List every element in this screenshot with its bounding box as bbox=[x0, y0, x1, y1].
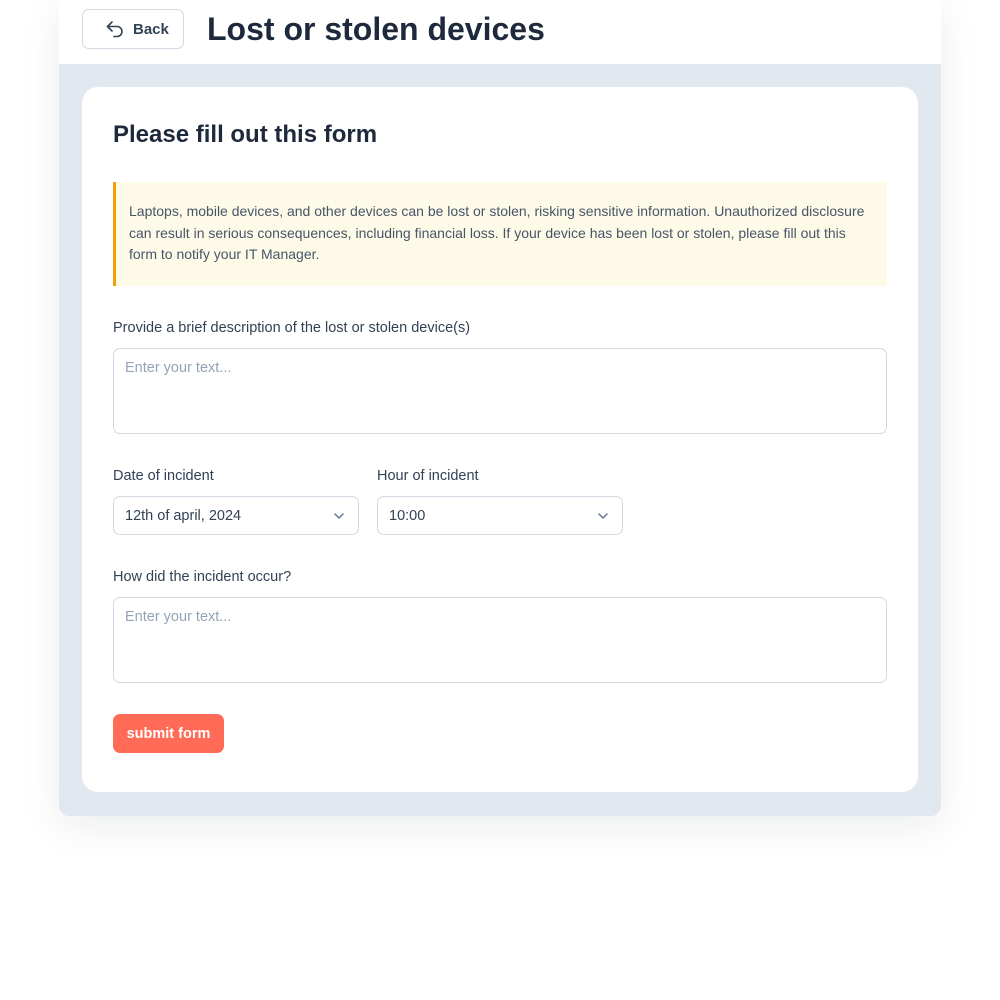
back-button[interactable]: Back bbox=[82, 9, 184, 49]
page-title: Lost or stolen devices bbox=[207, 11, 545, 47]
hour-label: Hour of incident bbox=[377, 468, 479, 484]
hour-select[interactable]: 10:00 bbox=[377, 496, 623, 535]
hour-value: 10:00 bbox=[389, 507, 426, 524]
info-notice: Laptops, mobile devices, and other devic… bbox=[113, 182, 887, 286]
date-value: 12th of april, 2024 bbox=[125, 507, 242, 524]
submit-button[interactable]: submit form bbox=[113, 714, 224, 753]
date-label: Date of incident bbox=[113, 468, 214, 484]
description-input[interactable] bbox=[113, 348, 887, 434]
back-arrow-icon bbox=[106, 21, 123, 38]
occurrence-label: How did the incident occur? bbox=[113, 569, 292, 585]
form-card: Please fill out this form Laptops, mobil… bbox=[82, 87, 918, 792]
chevron-down-icon bbox=[334, 513, 344, 519]
chevron-down-icon bbox=[598, 513, 608, 519]
page-header: Back Lost or stolen devices bbox=[59, 0, 941, 64]
back-button-label: Back bbox=[133, 20, 169, 38]
date-select[interactable]: 12th of april, 2024 bbox=[113, 496, 359, 535]
occurrence-input[interactable] bbox=[113, 597, 887, 683]
app-window: Back Lost or stolen devices Please fill … bbox=[59, 0, 941, 816]
description-label: Provide a brief description of the lost … bbox=[113, 320, 471, 336]
form-title: Please fill out this form bbox=[113, 121, 378, 148]
